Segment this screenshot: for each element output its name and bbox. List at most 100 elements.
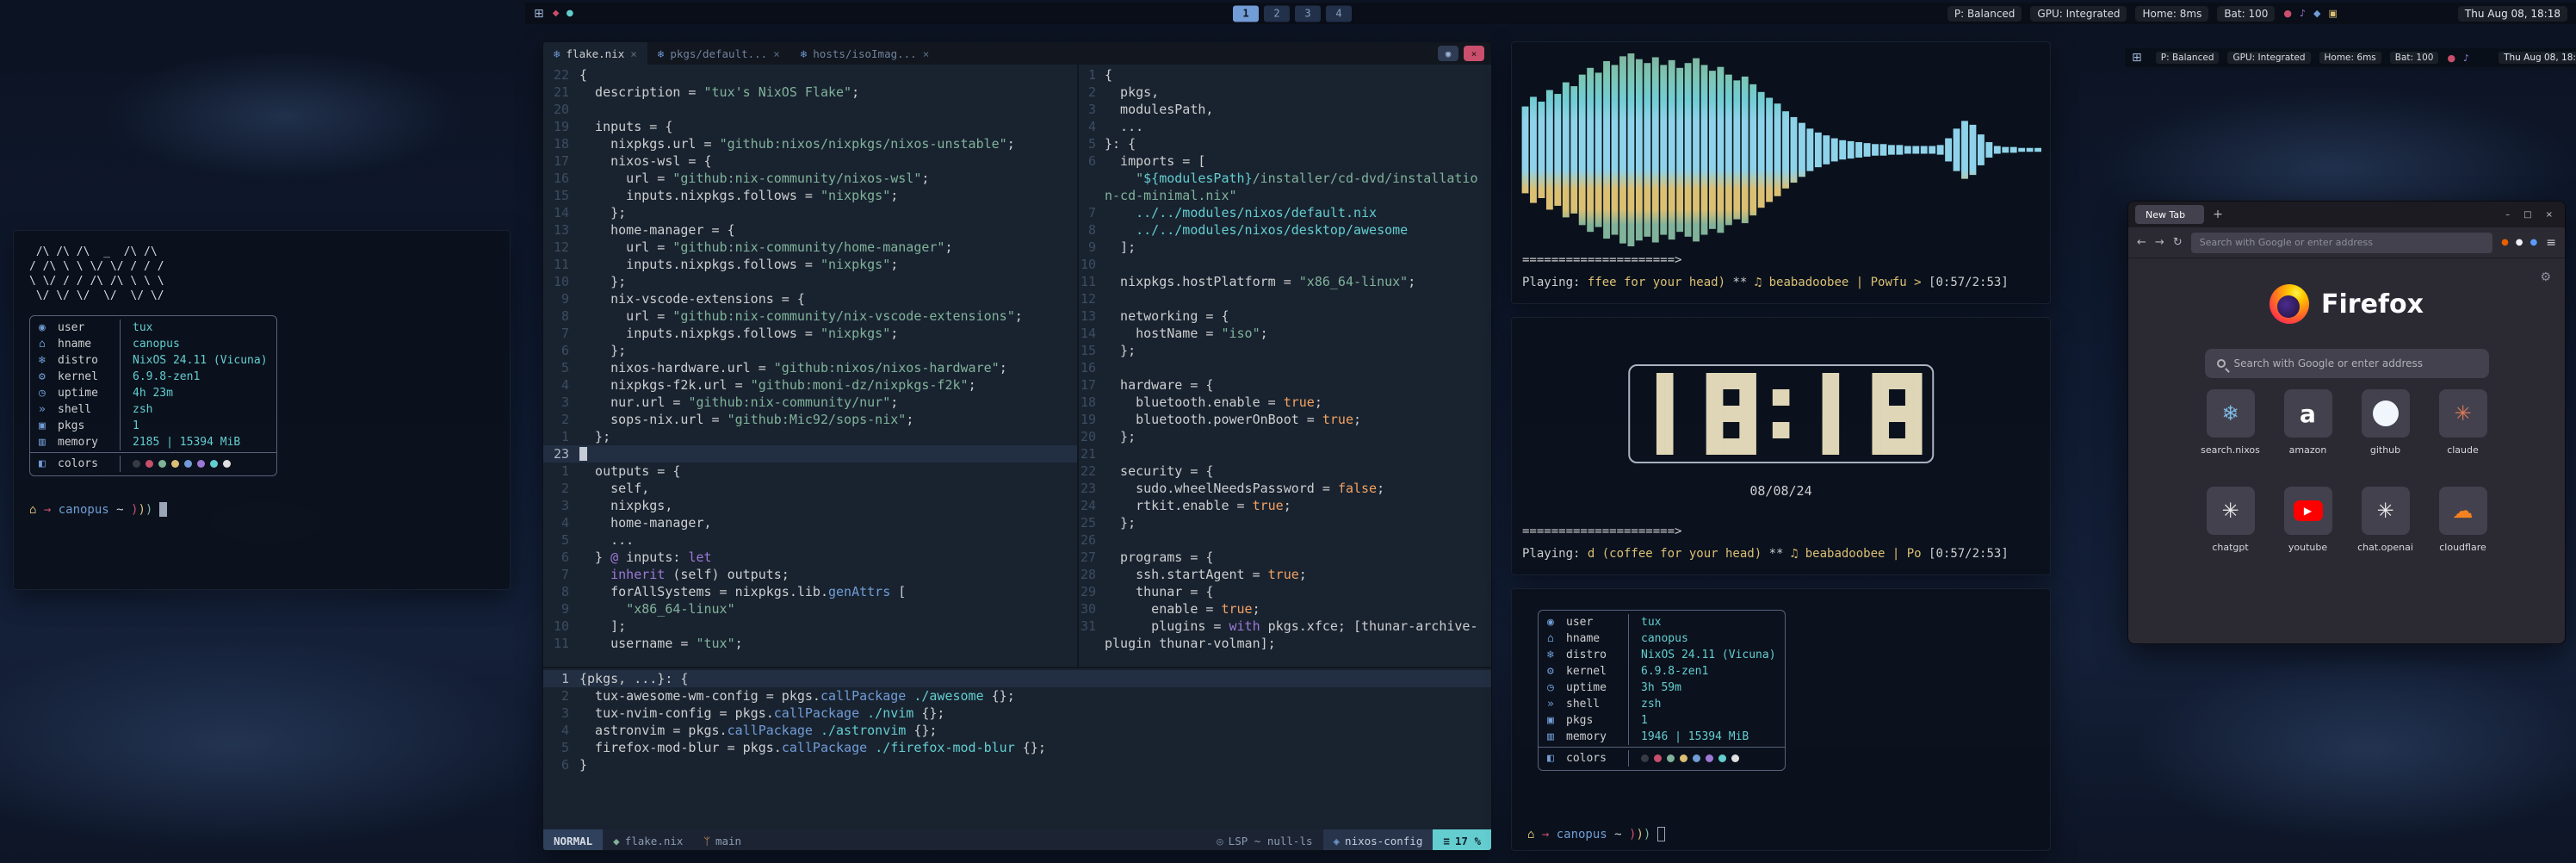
terminal-cursor [159,502,167,517]
editor-pane-flake[interactable]: 22{21 description = "tux's NixOS Flake";… [543,65,1077,667]
personalize-gear-icon[interactable]: ⚙ [2540,270,2551,284]
extension-icon-3[interactable]: ● [2530,238,2538,247]
close-button[interactable]: × [2546,210,2553,220]
shell-prompt[interactable]: ⌂ → canopus ~ ))) [29,502,494,517]
music-icon[interactable]: ♪ [2463,53,2469,64]
maximize-button[interactable]: □ [2523,210,2531,220]
color-dot [1693,754,1700,762]
workspace-button-1[interactable]: 1 [1233,5,1259,22]
back-icon[interactable]: ← [2137,236,2146,249]
code-text: }: { [1105,135,1136,152]
line-number: 4 [1079,118,1105,135]
text-token: [0:57/2:53] [1929,547,2009,561]
music-icon[interactable]: ♪ [2300,8,2306,19]
code-text: security = { [1105,463,1213,480]
firefox-window[interactable]: New Tab + – □ × ← → ↻ Search with Google o… [2127,201,2566,644]
code-text: outputs = { [579,463,680,480]
url-bar[interactable]: Search with Google or enter address [2191,233,2492,253]
line-number [1079,170,1105,187]
shortcut-cloudflare[interactable]: ☁cloudflare [2436,487,2491,553]
shell-prompt[interactable]: ⌂ → canopus ~ ))) [1527,827,1665,841]
text-token: ~ [1607,828,1629,841]
editor-tab-pkgs-default-[interactable]: ❄pkgs/default...× [647,42,790,65]
shortcut-github[interactable]: github [2358,389,2413,456]
color-dot [1706,754,1713,762]
editor-pane-iso[interactable]: 1{2 pkgs,3 modulesPath,4 ...5}: {6 impor… [1077,65,1491,667]
sysinfo-table: ◉usertux⌂hnamecanopus❄distroNixOS 24.11 … [1538,610,1786,771]
token: let [688,549,711,565]
code-text: ../../modules/nixos/desktop/awesome [1105,221,1408,239]
fetch-panel[interactable]: ◉usertux⌂hnamecanopus❄distroNixOS 24.11 … [1511,588,2051,851]
editor-tab-hosts-isoImag-[interactable]: ❄hosts/isoImag...× [790,42,939,65]
user-icon: ◉ [39,320,58,336]
line-number: 8 [1079,221,1105,239]
buffer-close-button[interactable]: × [1464,46,1484,61]
line-number: 21 [543,84,579,101]
token: "nixpkgs" [820,188,890,203]
workspace-button-2[interactable]: 2 [1264,5,1290,22]
workspace-button-3[interactable]: 3 [1295,5,1321,22]
line-number: 2 [1079,84,1105,101]
fetch-terminal-window[interactable]: /\ /\ /\ _ /\ /\ / /\ \ \ \/ \/ / / / \ … [13,230,511,590]
launcher-icon[interactable]: ⊞ [2132,51,2142,65]
color-dot [1641,754,1649,762]
applet-icon-2[interactable]: ● [566,9,573,18]
new-tab-button[interactable]: + [2213,208,2223,221]
newtab-search-input[interactable]: Search with Google or enter address [2205,349,2489,378]
forward-icon[interactable]: → [2155,236,2164,249]
code-line: 23 [543,445,1077,463]
token: }; [579,343,626,358]
panel-toggle-button[interactable]: ◉ [1438,46,1458,61]
code-line: 1{ [1079,66,1491,84]
token: forAllSystems = nixpkgs.lib. [579,584,828,599]
extension-icon-2[interactable]: ● [2516,238,2523,247]
record-icon[interactable]: ● [2283,8,2292,19]
youtube-logo: ▶ [2294,500,2323,521]
amazon-logo: a [2300,400,2316,428]
hamburger-menu-icon[interactable]: ≡ [2546,236,2556,250]
lsp-status-icon: ◎ [1217,835,1223,847]
browser-tab[interactable]: New Tab [2135,205,2204,224]
fetch-label: pkgs [1566,712,1628,729]
volume-icon[interactable]: ◆ [2313,8,2320,19]
line-number: 5 [543,359,579,376]
code-line: 20 [543,101,1077,118]
token: bluetooth.powerOnBoot = [1105,412,1322,427]
editor-pane-pkgs[interactable]: 1{pkgs, ...}: {2 tux-awesome-wm-config =… [543,667,1491,829]
token: firefox-mod-blur = pkgs. [579,740,782,755]
minimize-button[interactable]: – [2505,210,2510,220]
nix-snowflake-icon: ❄ [554,47,560,60]
code-line: 9 nix-vscode-extensions = { [543,290,1077,307]
code-line: 9 ]; [1079,239,1491,256]
code-line: 2 sops-nix.url = "github:Mic92/sops-nix"… [543,411,1077,428]
code-line: 20 }; [1079,428,1491,445]
token: ; [1253,601,1260,617]
shortcut-amazon[interactable]: aamazon [2281,389,2336,456]
code-text: nixos-wsl = { [579,152,712,170]
tab-close-icon[interactable]: × [630,47,637,60]
code-line: 12 url = "github:nix-community/home-mana… [543,239,1077,256]
tab-close-icon[interactable]: × [773,47,780,60]
shortcut-search.nixos[interactable]: ❄search.nixos [2203,389,2258,456]
reload-icon[interactable]: ↻ [2173,236,2183,249]
workspace-button-4[interactable]: 4 [1326,5,1352,22]
token: modulesPath, [1105,102,1213,117]
text-token: ♫ beabadoobee | Po [1791,547,1929,561]
shortcut-claude[interactable]: ✳claude [2436,389,2491,456]
record-icon[interactable]: ● [2447,53,2455,64]
extension-icon-1[interactable]: ● [2501,238,2509,247]
shortcut-youtube[interactable]: ▶youtube [2281,487,2336,553]
launcher-icon[interactable]: ⊞ [534,7,544,21]
code-text: ]; [579,618,626,635]
applet-icon-1[interactable]: ◆ [553,9,560,18]
firefox-logo [2269,284,2309,324]
editor-tab-flake-nix[interactable]: ❄flake.nix× [543,42,647,65]
token: }; [579,205,626,220]
brightness-icon[interactable]: ▣ [2329,8,2338,19]
tab-close-icon[interactable]: × [923,47,930,60]
shortcut-chatgpt[interactable]: ✳chatgpt [2203,487,2258,553]
neovim-window[interactable]: ❄flake.nix×❄pkgs/default...×❄hosts/isoIm… [542,41,1492,851]
token: ; [890,326,898,341]
code-text: inputs.nixpkgs.follows = "nixpkgs"; [579,325,898,342]
shortcut-chat.openai[interactable]: ✳chat.openai [2358,487,2413,553]
